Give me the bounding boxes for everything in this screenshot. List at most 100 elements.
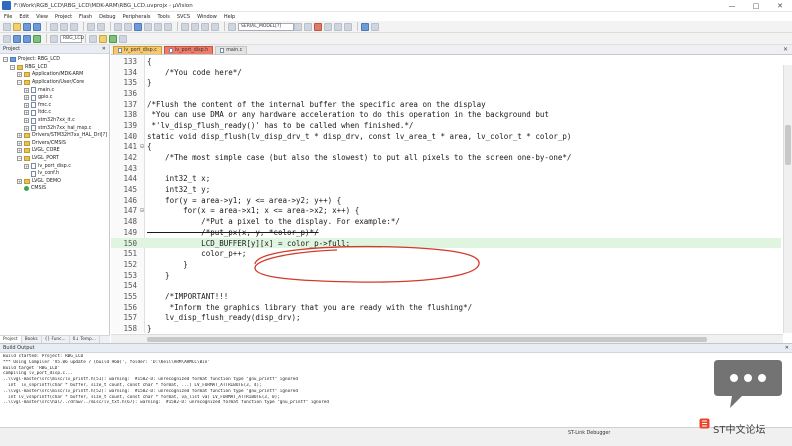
copy-icon[interactable]	[60, 22, 68, 31]
code-line[interactable]: 149 /*put_px(x, y, *color_p)*/	[111, 227, 781, 238]
tree-item[interactable]: − LVGL_PORT	[0, 155, 109, 163]
tree-item[interactable]: + main.c	[0, 86, 109, 94]
close-window-button[interactable]: ✕	[768, 0, 792, 12]
expand-toggle-icon[interactable]: +	[17, 133, 22, 139]
code-line[interactable]: 142 /*The most simple case (but also the…	[111, 152, 781, 163]
expand-toggle-icon[interactable]: +	[24, 102, 29, 108]
code-line[interactable]: 151 color_p++;	[111, 248, 781, 259]
menu-help[interactable]: Help	[224, 14, 235, 20]
code-line[interactable]: 141 ⊟{	[111, 142, 781, 153]
menu-project[interactable]: Project	[55, 14, 72, 20]
collapse-toggle-icon[interactable]: −	[17, 156, 22, 162]
navigate-back-icon[interactable]	[114, 22, 122, 31]
code-line[interactable]: 136	[111, 88, 781, 99]
tab-project[interactable]: Project	[0, 336, 22, 343]
editor-vertical-scrollbar[interactable]	[783, 65, 792, 333]
menu-edit[interactable]: Edit	[19, 14, 29, 20]
code-line[interactable]: 134 /*You code here*/	[111, 67, 781, 78]
cut-icon[interactable]	[50, 22, 58, 31]
tree-item[interactable]: − Application/User/Core	[0, 79, 109, 87]
open-file-icon[interactable]	[13, 22, 21, 31]
code-line[interactable]: 143	[111, 163, 781, 174]
load-icon[interactable]	[33, 34, 41, 43]
pack-installer-icon[interactable]	[119, 34, 127, 43]
build-icon[interactable]	[13, 34, 21, 43]
rebuild-icon[interactable]	[23, 34, 31, 43]
expand-toggle-icon[interactable]: +	[24, 110, 29, 116]
bookmark-icon[interactable]	[134, 22, 142, 31]
kill-breakpoints-icon[interactable]	[344, 22, 352, 31]
code-line[interactable]: 135}	[111, 77, 781, 88]
tab-templates[interactable]: 0↓ Temp...	[70, 336, 100, 343]
incremental-find-icon[interactable]	[304, 22, 312, 31]
code-line[interactable]: 139 *'lv_disp_flush_ready()' has to be c…	[111, 120, 781, 131]
window-layout-icon[interactable]	[361, 22, 369, 31]
tree-item[interactable]: + stm32h7xx_it.c	[0, 117, 109, 125]
tab-functions[interactable]: {} Func...	[42, 336, 70, 343]
expand-toggle-icon[interactable]: +	[17, 72, 22, 78]
navigate-forward-icon[interactable]	[124, 22, 132, 31]
tree-item[interactable]: − RBG_LCD	[0, 64, 109, 72]
editor-tab[interactable]: main.c	[215, 46, 248, 54]
expand-toggle-icon[interactable]: +	[17, 148, 22, 154]
tree-item[interactable]: + Drivers/STM32H7xx_HAL_Dri[?]	[0, 132, 109, 140]
expand-toggle-icon[interactable]: +	[24, 95, 29, 101]
tree-item[interactable]: + LVGL_DEMO	[0, 178, 109, 186]
code-area[interactable]: 133{134 /*You code here*/135} 136 137/*Flu…	[111, 55, 792, 333]
code-line[interactable]: 133 {	[111, 56, 781, 67]
tree-item[interactable]: + fmc.c	[0, 102, 109, 110]
code-line[interactable]: 148 /*Put a pixel to the display. For ex…	[111, 216, 781, 227]
manage-project-items-icon[interactable]	[99, 34, 107, 43]
code-line[interactable]: 137 /*Flush the content of the internal b…	[111, 99, 781, 110]
vertical-scroll-thumb[interactable]	[785, 125, 791, 165]
configure-icon[interactable]	[371, 22, 379, 31]
next-bookmark-icon[interactable]	[154, 22, 162, 31]
editor-horizontal-scrollbar[interactable]	[111, 334, 783, 343]
build-output-log[interactable]: Build started: Project: RBG_LCD *** Using…	[0, 353, 792, 407]
tree-item[interactable]: − Project: RBG_LCD	[0, 56, 109, 64]
menu-svcs[interactable]: SVCS	[177, 14, 190, 20]
tree-item[interactable]: + stm32h7xx_hal_msp.c	[0, 124, 109, 132]
code-line[interactable]: 150 LCD_BUFFER[y][x] = color_p->full;	[111, 237, 781, 249]
save-icon[interactable]	[23, 22, 31, 31]
code-line[interactable]: 140 static void disp_flush(lv_disp_drv_t …	[111, 131, 781, 142]
expand-toggle-icon[interactable]: +	[17, 178, 22, 184]
close-project-panel-button[interactable]: ✕	[102, 45, 106, 53]
editor-tab[interactable]: lv_port_disp.c	[113, 46, 162, 54]
tree-item[interactable]: + gpio.c	[0, 94, 109, 102]
code-line[interactable]: 153 }	[111, 270, 781, 281]
tree-item[interactable]: CMSIS	[0, 185, 109, 193]
disable-breakpoint-icon[interactable]	[334, 22, 342, 31]
minimize-button[interactable]: —	[720, 0, 744, 12]
undo-icon[interactable]	[87, 22, 95, 31]
tree-item[interactable]: + LVGL_CORE	[0, 147, 109, 155]
translate-icon[interactable]	[3, 34, 11, 43]
code-line[interactable]: 154	[111, 280, 781, 291]
expand-toggle-icon[interactable]: +	[24, 118, 29, 124]
tree-item[interactable]: + ltdc.c	[0, 109, 109, 117]
tab-books[interactable]: Books	[22, 336, 42, 343]
code-line[interactable]: 155 /*IMPORTANT!!!	[111, 291, 781, 302]
indent-icon[interactable]	[181, 22, 189, 31]
paste-icon[interactable]	[70, 22, 78, 31]
unindent-icon[interactable]	[191, 22, 199, 31]
code-line[interactable]: 146 for(y = area->y1; y <= area->y2; y++…	[111, 195, 781, 206]
save-all-icon[interactable]	[33, 22, 41, 31]
editor-tab[interactable]: lv_port_disp.h	[163, 46, 214, 54]
menu-window[interactable]: Window	[197, 14, 217, 20]
clear-bookmarks-icon[interactable]	[164, 22, 172, 31]
options-for-target-icon[interactable]	[89, 34, 97, 43]
tree-item[interactable]: + Drivers/CMSIS	[0, 140, 109, 148]
code-line[interactable]: 145 int32_t y;	[111, 184, 781, 195]
collapse-toggle-icon[interactable]: −	[17, 80, 22, 86]
horizontal-scroll-thumb[interactable]	[147, 337, 707, 342]
menu-view[interactable]: View	[36, 14, 48, 20]
manage-run-time-environment-icon[interactable]	[109, 34, 117, 43]
expand-toggle-icon[interactable]: +	[24, 125, 29, 131]
menu-peripherals[interactable]: Peripherals	[123, 14, 151, 20]
code-line[interactable]: 158}	[111, 323, 781, 333]
code-line[interactable]: 156 *Inform the graphics library that yo…	[111, 302, 781, 313]
expand-toggle-icon[interactable]: +	[17, 140, 22, 146]
close-build-output-button[interactable]: ✕	[785, 344, 789, 352]
target-select[interactable]: RBG_LCD	[60, 34, 84, 43]
